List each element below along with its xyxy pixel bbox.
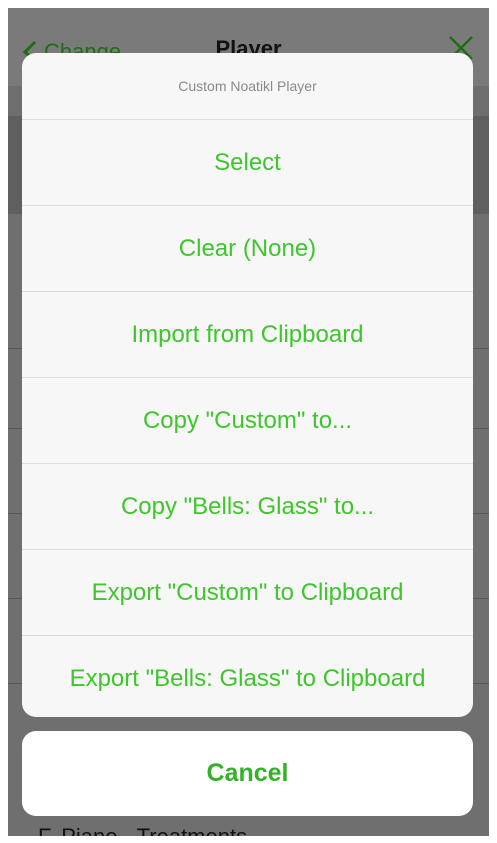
- clear-none-button[interactable]: Clear (None): [22, 206, 473, 292]
- cancel-button[interactable]: Cancel: [22, 731, 473, 816]
- export-custom-button[interactable]: Export "Custom" to Clipboard: [22, 550, 473, 636]
- action-sheet-title: Custom Noatikl Player: [22, 53, 473, 120]
- copy-bells-glass-button[interactable]: Copy "Bells: Glass" to...: [22, 464, 473, 550]
- action-sheet: Custom Noatikl Player Select Clear (None…: [22, 53, 473, 717]
- select-button[interactable]: Select: [22, 120, 473, 206]
- export-bells-glass-button[interactable]: Export "Bells: Glass" to Clipboard: [22, 636, 473, 717]
- import-from-clipboard-button[interactable]: Import from Clipboard: [22, 292, 473, 378]
- background-list-item-label: F. Piano - Treatments: [38, 824, 247, 836]
- copy-custom-button[interactable]: Copy "Custom" to...: [22, 378, 473, 464]
